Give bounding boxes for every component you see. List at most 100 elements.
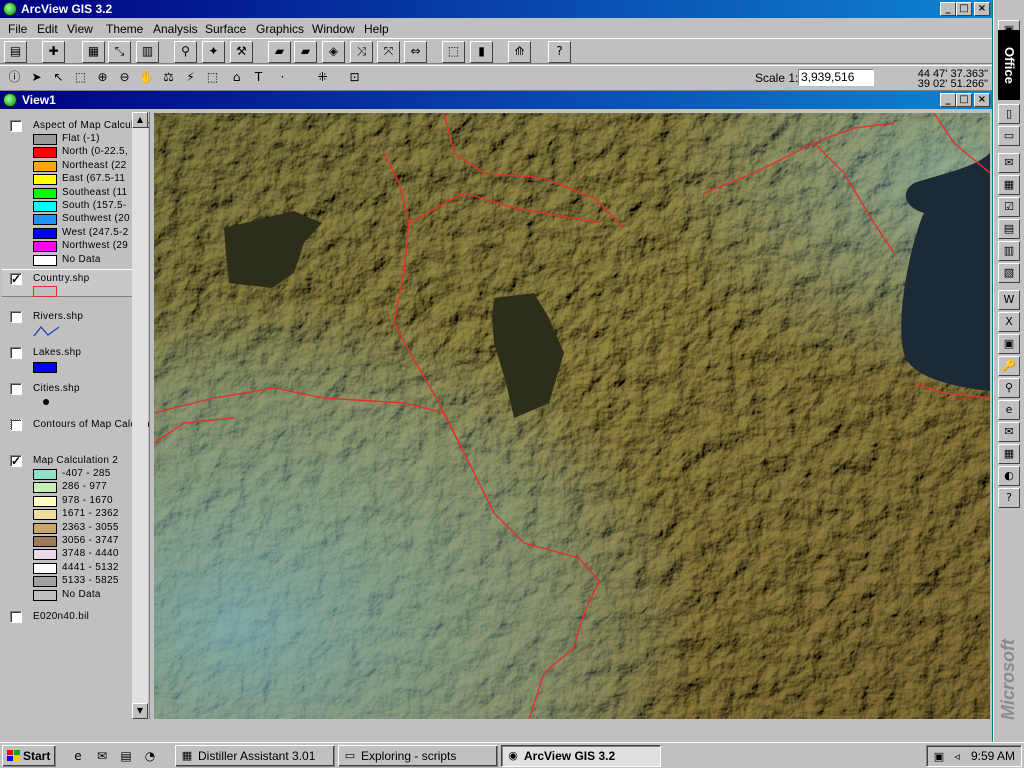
internet-explorer-icon[interactable]: e	[998, 400, 1020, 420]
theme-checkbox[interactable]	[10, 419, 22, 431]
add-theme-icon[interactable]: ✚	[42, 41, 65, 63]
channels-quicklaunch-icon[interactable]: ◔	[142, 748, 158, 764]
zoom-selected-icon[interactable]: ◈	[322, 41, 345, 63]
create-chart-icon[interactable]: ⟰	[508, 41, 531, 63]
access-icon[interactable]: 🔑	[998, 356, 1020, 376]
contact-icon[interactable]: ▤	[998, 219, 1020, 239]
menu-analysis[interactable]: Analysis	[153, 22, 198, 36]
network-tray-icon[interactable]: ▣	[931, 749, 947, 765]
send-mail-icon[interactable]: ✉	[998, 153, 1020, 173]
word-icon[interactable]: W	[998, 290, 1020, 310]
snap-icon[interactable]: ⁜	[312, 68, 333, 88]
theme-cities[interactable]: Cities.shp	[2, 383, 134, 411]
vertex-edit-icon[interactable]: ↖	[48, 68, 69, 88]
theme-checkbox[interactable]: ✓	[10, 273, 22, 285]
theme-checkbox[interactable]: ✓	[10, 455, 22, 467]
query-builder-icon[interactable]: ⚒	[230, 41, 253, 63]
menu-view[interactable]: View	[67, 22, 93, 36]
title-bar[interactable]: ArcView GIS 3.2 _ □ ×	[0, 0, 992, 18]
theme-e020[interactable]: E020n40.bil	[2, 611, 134, 629]
maximize-button[interactable]: □	[956, 2, 972, 16]
locate-address-icon[interactable]: ✦	[202, 41, 225, 63]
arcview-app-icon[interactable]	[3, 2, 17, 16]
scroll-down-arrow[interactable]: ▼	[132, 703, 148, 719]
new-document-icon[interactable]: ▯	[998, 104, 1020, 124]
menu-surface[interactable]: Surface	[205, 22, 246, 36]
theme-checkbox[interactable]	[10, 120, 22, 132]
theme-properties-icon[interactable]: ▦	[82, 41, 105, 63]
hotlink-icon[interactable]: ⚡	[180, 68, 201, 88]
text-icon[interactable]: T	[248, 68, 269, 88]
edit-legend-icon[interactable]: ⤡	[108, 41, 131, 63]
scale-input[interactable]: 3,939,516	[798, 69, 874, 86]
theme-checkbox[interactable]	[10, 347, 22, 359]
menu-file[interactable]: File	[8, 22, 27, 36]
ie-quicklaunch-icon[interactable]: e	[70, 748, 86, 764]
zoom-in-icon[interactable]: ⤨	[350, 41, 373, 63]
clock[interactable]: 9:59 AM	[971, 746, 1015, 766]
task-distiller[interactable]: ▦ Distiller Assistant 3.01	[175, 745, 335, 767]
zoom-active-themes-icon[interactable]: ▰	[294, 41, 317, 63]
minimize-button[interactable]: _	[940, 2, 956, 16]
help-shortcut-icon[interactable]: ?	[998, 488, 1020, 508]
find-icon[interactable]: ⚲	[174, 41, 197, 63]
graphics-select-icon[interactable]: ⊡	[344, 68, 365, 88]
open-table-icon[interactable]: ▥	[136, 41, 159, 63]
zoom-out-icon[interactable]: ⤧	[377, 41, 400, 63]
view-maximize-button[interactable]: □	[956, 93, 972, 107]
theme-contours[interactable]: Contours of Map Calculation	[2, 419, 149, 437]
menu-edit[interactable]: Edit	[37, 22, 58, 36]
note-icon[interactable]: ▧	[998, 263, 1020, 283]
scroll-up-arrow[interactable]: ▲	[132, 112, 148, 128]
calendar-icon[interactable]: ▦	[998, 175, 1020, 195]
task-exploring[interactable]: ▭ Exploring - scripts	[338, 745, 498, 767]
theme-lakes[interactable]: Lakes.shp	[2, 347, 134, 377]
help-icon[interactable]: ?	[548, 41, 571, 63]
theme-checkbox[interactable]	[10, 311, 22, 323]
area-of-interest-icon[interactable]: ⬚	[202, 68, 223, 88]
theme-aspect[interactable]: Aspect of Map Calculation Flat (-1) North…	[2, 120, 149, 266]
powerpoint-icon[interactable]: ▣	[998, 334, 1020, 354]
view-icon[interactable]	[3, 93, 17, 107]
open-document-icon[interactable]: ▭	[998, 126, 1020, 146]
task-icon[interactable]: ☑	[998, 197, 1020, 217]
view-close-button[interactable]: ×	[974, 93, 990, 107]
outlook-quicklaunch-icon[interactable]: ✉	[94, 748, 110, 764]
theme-rivers[interactable]: Rivers.shp	[2, 311, 134, 341]
theme-checkbox[interactable]	[10, 383, 22, 395]
toc-scrollbar[interactable]: ▲ ▼	[132, 112, 148, 719]
zoom-full-extent-icon[interactable]: ▰	[268, 41, 291, 63]
start-button[interactable]: Start	[2, 745, 56, 767]
measure-icon[interactable]: ⚖	[158, 68, 179, 88]
view-title-bar[interactable]: View1 _ □ ×	[0, 91, 992, 109]
desktop-quicklaunch-icon[interactable]: ▤	[118, 748, 134, 764]
explorer-icon[interactable]: ▦	[998, 444, 1020, 464]
select-feature-icon[interactable]: ⬚	[70, 68, 91, 88]
theme-checkbox[interactable]	[10, 611, 22, 623]
theme-country[interactable]: ✓ Country.shp	[2, 269, 134, 297]
theme-map-calculation[interactable]: ✓ Map Calculation 2 -407 - 285 286 - 977 9…	[2, 455, 134, 601]
clock-shortcut-icon[interactable]: ◐	[998, 466, 1020, 486]
excel-icon[interactable]: X	[998, 312, 1020, 332]
journal-icon[interactable]: ▥	[998, 241, 1020, 261]
zoom-previous-icon[interactable]: ⇔	[404, 41, 427, 63]
menu-graphics[interactable]: Graphics	[256, 22, 304, 36]
volume-tray-icon[interactable]: ◃	[949, 749, 965, 765]
menu-theme[interactable]: Theme	[106, 22, 143, 36]
open-theme-table-icon[interactable]: ▮	[470, 41, 493, 63]
pointer-icon[interactable]: ➤	[26, 68, 47, 88]
select-by-theme-icon[interactable]: ⬚	[442, 41, 465, 63]
view-minimize-button[interactable]: _	[940, 93, 956, 107]
label-icon[interactable]: ⌂	[226, 68, 247, 88]
identify-icon[interactable]: ⓘ	[4, 68, 25, 88]
save-icon[interactable]: ▤	[4, 41, 27, 63]
menu-window[interactable]: Window	[312, 22, 355, 36]
menu-help[interactable]: Help	[364, 22, 389, 36]
outlook-icon[interactable]: ✉	[998, 422, 1020, 442]
map-display[interactable]	[154, 113, 990, 719]
task-arcview[interactable]: ◉ ArcView GIS 3.2	[501, 745, 661, 767]
find-file-icon[interactable]: ⚲	[998, 378, 1020, 398]
close-button[interactable]: ×	[974, 2, 990, 16]
zoom-in-tool-icon[interactable]: ⊕	[92, 68, 113, 88]
zoom-out-tool-icon[interactable]: ⊖	[114, 68, 135, 88]
